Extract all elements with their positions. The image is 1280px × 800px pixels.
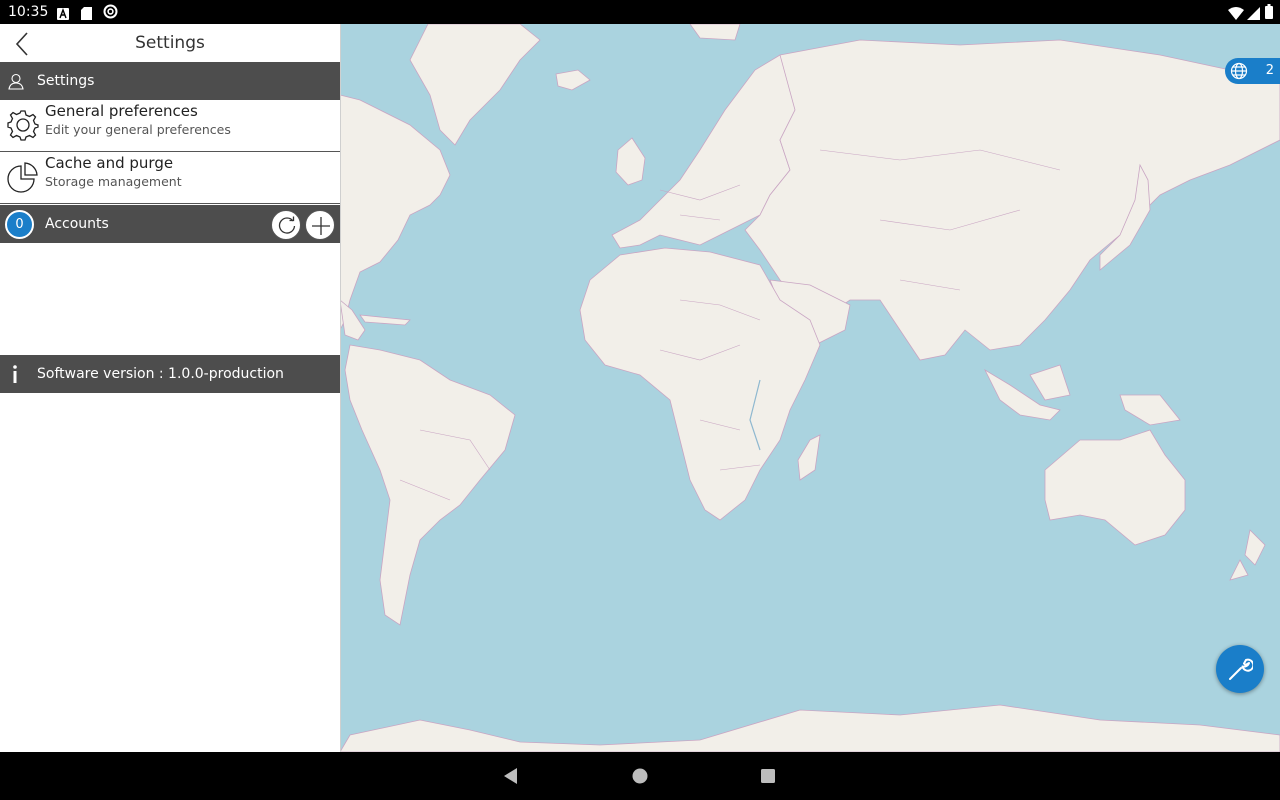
- general-preferences-item[interactable]: General preferences Edit your general pr…: [0, 100, 340, 152]
- software-version-bar: Software version : 1.0.0-production: [0, 355, 340, 393]
- map-layers-button[interactable]: 2: [1225, 58, 1280, 84]
- layer-count: 2: [1265, 63, 1274, 78]
- panel-header: Settings: [0, 24, 340, 62]
- nav-back-button[interactable]: [501, 766, 521, 786]
- cache-and-purge-title: Cache and purge: [45, 154, 174, 172]
- signal-icon: [1247, 5, 1260, 24]
- software-version-label: Software version : 1.0.0-production: [37, 366, 284, 382]
- gear-icon: [7, 109, 39, 145]
- tools-button[interactable]: [1216, 645, 1264, 693]
- home-circle-icon: [632, 768, 648, 784]
- recents-square-icon: [761, 769, 775, 783]
- sd-card-icon: [81, 5, 92, 24]
- status-bar: 10:35: [0, 0, 1280, 24]
- pie-chart-icon: [7, 161, 39, 197]
- settings-section-header: Settings: [0, 62, 340, 100]
- sync-icon: [103, 4, 118, 23]
- general-preferences-subtitle: Edit your general preferences: [45, 122, 231, 137]
- person-outline-icon: [7, 72, 25, 94]
- navigation-bar: [0, 752, 1280, 800]
- page-title: Settings: [135, 33, 205, 53]
- status-time: 10:35: [8, 4, 49, 20]
- nav-home-button[interactable]: [630, 766, 650, 786]
- accounts-section-header: 0 Accounts: [0, 205, 340, 243]
- settings-section-label: Settings: [37, 73, 95, 89]
- accounts-count-badge: 0: [5, 210, 34, 239]
- settings-panel: Settings Settings General preferences Ed…: [0, 24, 341, 752]
- add-account-button[interactable]: [305, 210, 335, 240]
- info-icon: [9, 364, 21, 388]
- refresh-icon: [278, 216, 296, 234]
- font-download-icon: [57, 5, 69, 24]
- refresh-accounts-button[interactable]: [271, 210, 301, 240]
- back-triangle-icon: [504, 768, 517, 784]
- plus-icon: [312, 217, 330, 235]
- accounts-section-label: Accounts: [45, 216, 109, 232]
- general-preferences-title: General preferences: [45, 102, 198, 120]
- world-map[interactable]: 2: [340, 24, 1280, 752]
- battery-icon: [1265, 4, 1273, 23]
- map-land-layer: [340, 24, 1280, 752]
- nav-recents-button[interactable]: [758, 766, 778, 786]
- cache-and-purge-subtitle: Storage management: [45, 174, 182, 189]
- cache-and-purge-item[interactable]: Cache and purge Storage management: [0, 152, 340, 204]
- wifi-icon: [1228, 5, 1244, 24]
